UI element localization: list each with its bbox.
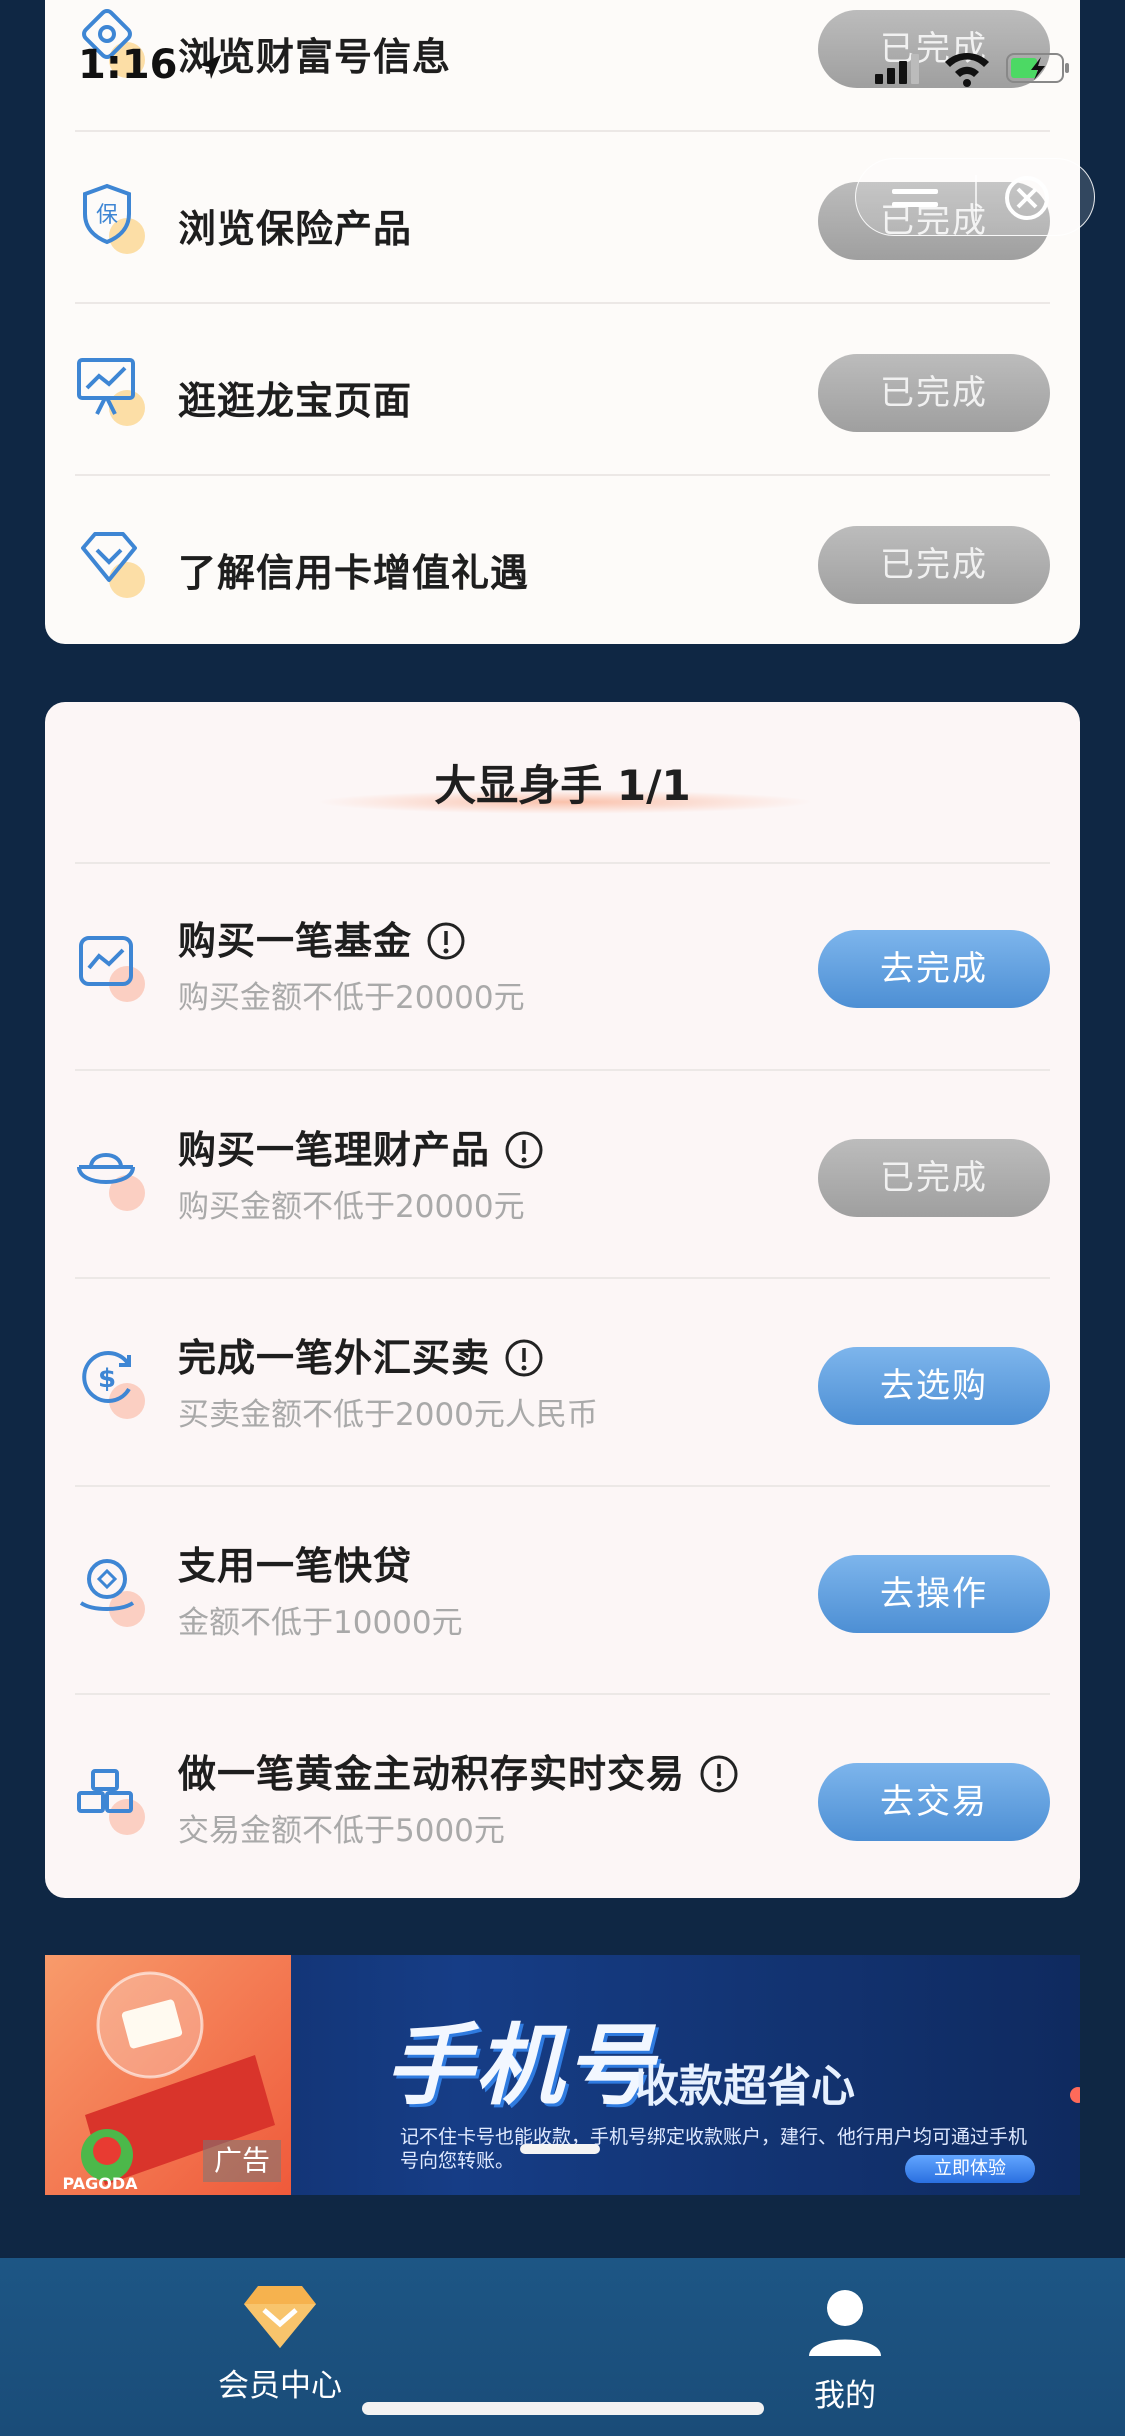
fund-chart-icon (79, 936, 145, 1002)
task-row: 逛逛龙宝页面 已完成 (75, 306, 1050, 476)
task-title-text: 购买一笔基金 (178, 919, 413, 963)
go-complete-button[interactable]: 去完成 (818, 930, 1050, 1008)
challenge-task-subtitle: 交易金额不低于5000元 (178, 1813, 505, 1849)
page: 浏览财富号信息 已完成 保 浏览保险产品 已完成 逛逛龙宝页面 已完成 了解信用… (0, 0, 1125, 2436)
status-icons (875, 53, 1069, 87)
go-trade-button[interactable]: 去交易 (818, 1763, 1050, 1841)
challenge-task-title: 支用一笔快贷 (178, 1544, 413, 1588)
task-title-text: 完成一笔外汇买卖 (178, 1336, 491, 1380)
challenge-task-row: 购买一笔理财产品 购买金额不低于20000元 已完成 (75, 1073, 1050, 1279)
challenge-task-row: 购买一笔基金 购买金额不低于20000元 去完成 (75, 864, 1050, 1071)
tab-label: 会员中心 (218, 2368, 342, 2404)
info-icon[interactable] (426, 921, 466, 961)
task-title: 了解信用卡增值礼遇 (178, 551, 530, 595)
status-time: 1:16 (78, 42, 225, 88)
challenge-task-title: 购买一笔理财产品 (178, 1119, 544, 1174)
challenge-task-title: 购买一笔基金 (178, 910, 466, 965)
go-shop-button[interactable]: 去选购 (818, 1347, 1050, 1425)
promo-banner[interactable]: PAGODA 广告 手机号 收款超省心 记不住卡号也能收款，手机号绑定收款账户，… (45, 1955, 1080, 2195)
challenge-tasks-card: 大显身手 1/1 购买一笔基金 购买金额不低于20000元 去完成 购买一笔理财… (45, 702, 1080, 1898)
diamond-member-icon (244, 2286, 316, 2348)
banner-subheadline: 收款超省心 (635, 2061, 855, 2112)
location-arrow-icon (199, 55, 222, 79)
loan-coin-icon (79, 1559, 145, 1627)
challenge-task-row: 做一笔黄金主动积存实时交易 交易金额不低于5000元 去交易 (75, 1697, 1050, 1897)
mini-program-capsule (855, 158, 1095, 236)
pagoda-ad-image[interactable]: PAGODA 广告 (45, 1955, 291, 2195)
more-menu-icon[interactable] (856, 159, 975, 237)
task-title: 浏览保险产品 (178, 207, 413, 251)
task-completed-button[interactable]: 已完成 (818, 526, 1050, 604)
banner-decoration-dot (1070, 2087, 1080, 2103)
challenge-task-subtitle: 金额不低于10000元 (178, 1605, 463, 1641)
challenge-task-row: $ 完成一笔外汇买卖 买卖金额不低于2000元人民币 去选购 (75, 1281, 1050, 1487)
battery-icon (1006, 53, 1069, 83)
diamond-icon (81, 532, 145, 598)
banner-page-indicator (520, 2144, 600, 2154)
banner-cta-button[interactable]: 立即体验 (905, 2155, 1035, 2183)
challenge-task-subtitle: 购买金额不低于20000元 (178, 1189, 525, 1225)
challenge-task-subtitle: 购买金额不低于20000元 (178, 980, 525, 1016)
close-icon[interactable] (977, 159, 1096, 237)
task-completed-button[interactable]: 已完成 (818, 1139, 1050, 1217)
brand-text: PAGODA (62, 2174, 138, 2193)
challenge-task-title: 做一笔黄金主动积存实时交易 (178, 1743, 739, 1798)
task-title-text: 做一笔黄金主动积存实时交易 (178, 1752, 686, 1796)
insurance-shield-icon: 保 (83, 183, 145, 254)
task-completed-button[interactable]: 已完成 (818, 354, 1050, 432)
task-title-text: 购买一笔理财产品 (178, 1128, 491, 1172)
browse-tasks-card: 浏览财富号信息 已完成 保 浏览保险产品 已完成 逛逛龙宝页面 已完成 了解信用… (45, 0, 1080, 644)
status-indicators (875, 48, 1075, 88)
svg-text:保: 保 (96, 203, 118, 228)
go-operate-button[interactable]: 去操作 (818, 1555, 1050, 1633)
info-icon[interactable] (504, 1338, 544, 1378)
svg-text:$: $ (98, 1364, 116, 1394)
challenge-task-title: 完成一笔外汇买卖 (178, 1327, 544, 1382)
section-title: 大显身手 1/1 (434, 761, 691, 810)
challenge-task-row: 支用一笔快贷 金额不低于10000元 去操作 (75, 1489, 1050, 1695)
info-icon[interactable] (504, 1130, 544, 1170)
dollar-exchange-icon: $ (82, 1351, 145, 1419)
task-row: 了解信用卡增值礼遇 已完成 (75, 478, 1050, 644)
gold-bars-icon (77, 1769, 145, 1835)
challenge-task-subtitle: 买卖金额不低于2000元人民币 (178, 1397, 598, 1433)
banner-headline: 手机号 (385, 2014, 656, 2117)
signal-icon (875, 54, 919, 84)
ad-tag: 广告 (203, 2140, 281, 2182)
gold-ingot-icon (77, 1153, 145, 1211)
task-title: 逛逛龙宝页面 (178, 379, 413, 423)
home-indicator (362, 2402, 764, 2415)
chart-board-icon (77, 358, 145, 426)
info-icon[interactable] (699, 1754, 739, 1794)
wifi-icon (945, 53, 989, 87)
user-profile-icon (809, 2290, 881, 2356)
time-text: 1:16 (78, 42, 178, 88)
